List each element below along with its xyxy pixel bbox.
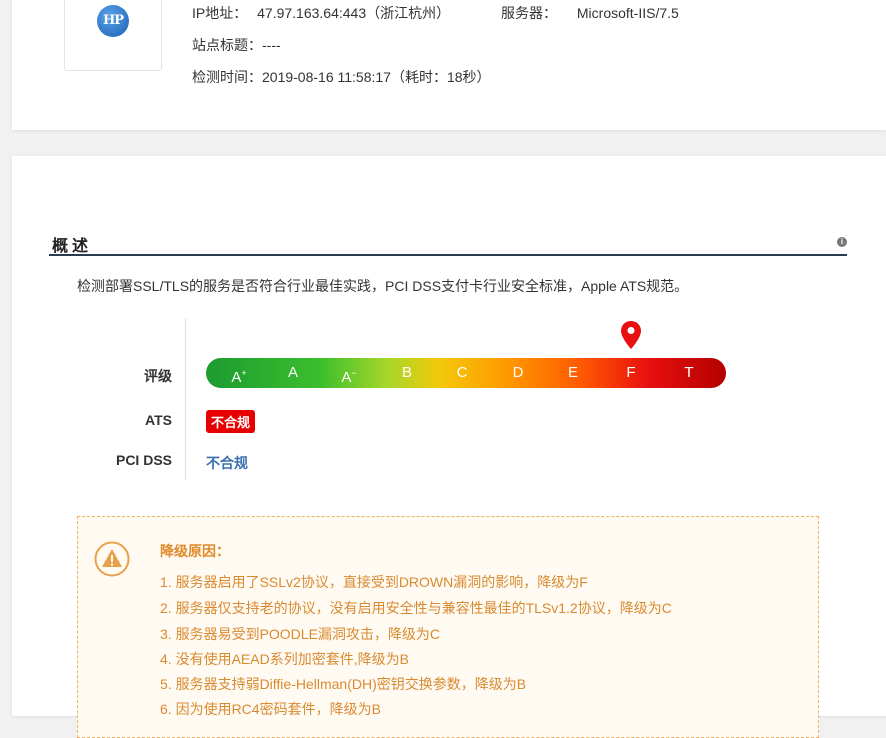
site-title-value: ---- <box>262 37 281 53</box>
grade-a-plus: A+ <box>231 368 247 386</box>
reason-item: 3. 服务器易受到POODLE漏洞攻击，降级为C <box>160 626 441 642</box>
grade-a: A <box>287 364 298 381</box>
check-time-label: 检测时间： <box>192 69 262 85</box>
reason-item: 2. 服务器仅支持老的协议，没有启用安全性与兼容性最佳的TLSv1.2协议，降级… <box>160 600 672 616</box>
overview-card: 概述 i 检测部署SSL/TLS的服务是否符合行业最佳实践，PCI DSS支付卡… <box>12 156 886 738</box>
server-value: Microsoft-IIS/7.5 <box>576 5 679 21</box>
grade-f: F <box>626 364 636 381</box>
site-logo-box: HP <box>64 0 162 71</box>
overview-description: 检测部署SSL/TLS的服务是否符合行业最佳实践，PCI DSS支付卡行业安全标… <box>77 278 689 294</box>
downgrade-reasons-box: 降级原因： 1. 服务器启用了SSLv2协议，直接受到DROWN漏洞的影响，降级… <box>77 516 819 738</box>
rating-label: 评级 <box>144 368 172 384</box>
grade-marker-icon <box>621 321 641 349</box>
site-logo: HP <box>97 5 129 37</box>
reason-item: 6. 因为使用RC4密码套件，降级为B <box>160 701 381 717</box>
row-divider <box>185 318 186 480</box>
pci-label: PCI DSS <box>115 452 172 468</box>
grade-b: B <box>401 364 412 381</box>
server-row: 服务器： Microsoft-IIS/7.5 <box>501 3 679 23</box>
downgrade-title: 降级原因： <box>160 543 230 559</box>
section-title: 概述 <box>52 238 93 255</box>
server-label: 服务器： <box>501 5 557 21</box>
grade-scale: A+ A A− B C D E F T <box>206 358 726 388</box>
grade-t: T <box>684 364 694 381</box>
site-title-label: 站点标题： <box>192 37 262 53</box>
ip-row: IP地址： 47.97.163.64:443（浙江杭州） <box>192 3 450 23</box>
info-icon[interactable]: i <box>837 237 847 247</box>
ats-status-badge: 不合规 <box>206 410 256 433</box>
grade-a-minus: A− <box>341 368 357 386</box>
check-time-row: 检测时间：2019-08-16 11:58:17（耗时：18秒） <box>192 67 491 87</box>
ip-label: IP地址： <box>192 5 248 21</box>
pci-status-link[interactable]: 不合规 <box>206 453 248 473</box>
ip-value: 47.97.163.64:443（浙江杭州） <box>257 5 451 21</box>
section-divider <box>49 254 847 256</box>
reason-item: 5. 服务器支持弱Diffie-Hellman(DH)密钥交换参数，降级为B <box>160 676 527 692</box>
reason-item: 4. 没有使用AEAD系列加密套件,降级为B <box>160 651 409 667</box>
grade-c: C <box>456 364 468 381</box>
site-title-row: 站点标题：---- <box>192 35 281 55</box>
reason-item: 1. 服务器启用了SSLv2协议，直接受到DROWN漏洞的影响，降级为F <box>160 574 588 590</box>
warning-icon <box>94 541 130 577</box>
grade-d: D <box>512 364 524 381</box>
site-info-card: HP IP地址： 47.97.163.64:443（浙江杭州） 服务器： Mic… <box>12 0 886 130</box>
check-time-value: 2019-08-16 11:58:17（耗时：18秒） <box>262 69 491 85</box>
grade-e: E <box>567 364 578 381</box>
ats-label: ATS <box>145 412 172 428</box>
